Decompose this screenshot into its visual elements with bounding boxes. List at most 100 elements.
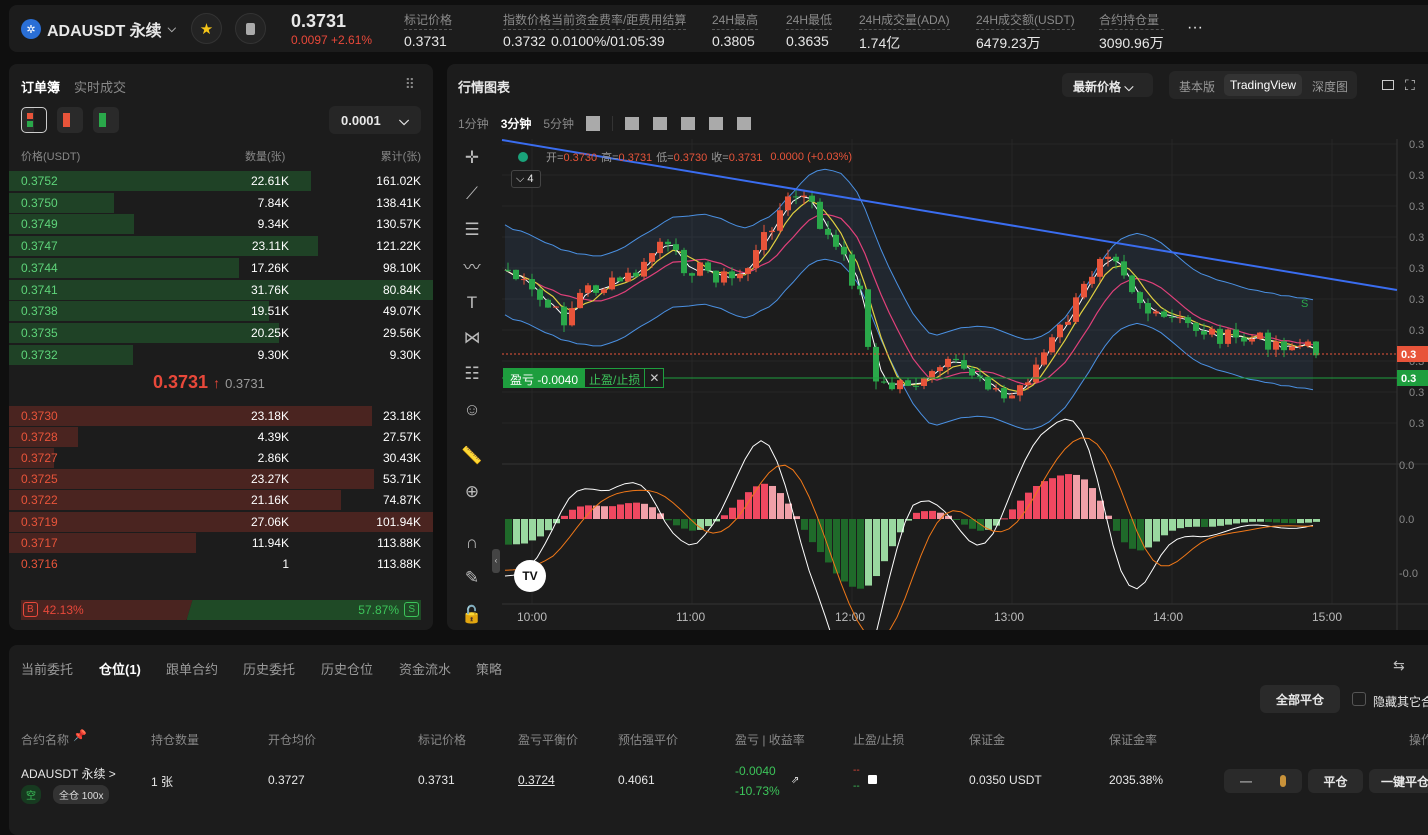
unlock-icon[interactable]: 🔓	[455, 603, 489, 627]
close-all-button[interactable]: 全部平仓	[1260, 685, 1340, 713]
candle	[769, 231, 775, 232]
magnet-icon[interactable]: ∩	[455, 531, 489, 555]
orderbook-row[interactable]: 0.374131.76K80.84K	[9, 280, 433, 300]
zoom-in-icon[interactable]: ⊕	[455, 480, 489, 504]
trendline-icon[interactable]: ⟋	[455, 182, 489, 206]
position-symbol[interactable]: ADAUSDT 永续 >	[21, 765, 116, 782]
hide-others-checkbox[interactable]	[1352, 692, 1366, 706]
tab-5[interactable]: 资金流水	[399, 659, 451, 678]
tab-1[interactable]: 仓位(1)	[99, 659, 141, 678]
orderbook-row[interactable]: 0.37329.30K9.30K	[9, 345, 433, 365]
tab-3[interactable]: 历史委托	[243, 659, 295, 678]
settings-icon[interactable]	[681, 117, 695, 130]
candle	[713, 271, 719, 283]
symbol-selector[interactable]: ✲ ADAUSDT 永续 ⌵	[21, 17, 176, 41]
fullscreen-icon[interactable]: ⛶	[1405, 77, 1415, 94]
interval-1m[interactable]: 1分钟	[458, 115, 489, 132]
info-button[interactable]	[235, 13, 266, 44]
close-price-input[interactable]: —	[1224, 769, 1302, 793]
macd-histogram-bar	[1257, 519, 1264, 522]
view-red-button[interactable]	[57, 107, 83, 133]
candle	[1281, 341, 1287, 350]
interval-more-icon[interactable]	[586, 116, 600, 131]
layout-icon[interactable]	[737, 117, 751, 130]
orderbook-row[interactable]: 0.37272.86K30.43K	[9, 448, 433, 468]
candle	[1177, 317, 1183, 318]
view-both-button[interactable]	[21, 107, 47, 133]
chart-type-icon[interactable]	[625, 117, 639, 130]
orderbook-row[interactable]: 0.373819.51K49.07K	[9, 301, 433, 321]
one-click-close-button[interactable]: 一键平仓	[1369, 769, 1428, 793]
orderbook-row[interactable]: 0.37507.84K138.41K	[9, 193, 433, 213]
emoji-icon[interactable]: ☺	[455, 398, 489, 422]
breakeven-price[interactable]: 0.3724	[518, 773, 555, 787]
view-tradingview[interactable]: TradingView	[1224, 74, 1302, 96]
crosshair-icon[interactable]: ✛	[455, 146, 489, 170]
indicator-icon[interactable]	[653, 117, 667, 130]
orderbook-row[interactable]: 0.374417.26K98.10K	[9, 258, 433, 278]
orderbook-row[interactable]: 0.371927.06K101.94K	[9, 512, 433, 532]
tpsl-button[interactable]: 止盈/止损	[584, 369, 644, 387]
collapse-toolbar-handle[interactable]: ‹	[492, 549, 500, 573]
interval-3m[interactable]: 3分钟	[501, 115, 532, 132]
macd-histogram-bar	[913, 513, 920, 519]
pattern-icon[interactable]: ⋈	[455, 326, 489, 350]
orderbook-row[interactable]: 0.373520.25K29.56K	[9, 323, 433, 343]
price-type-select[interactable]: 最新价格 ⌵	[1062, 73, 1153, 97]
macd-histogram-bar	[721, 515, 728, 519]
tab-4[interactable]: 历史仓位	[321, 659, 373, 678]
forecast-icon[interactable]: ☷	[455, 362, 489, 386]
candle	[1089, 277, 1095, 284]
orderbook-row[interactable]: 0.37499.34K130.57K	[9, 214, 433, 234]
drag-handle-icon[interactable]: ⠿	[405, 76, 415, 93]
tab-trades[interactable]: 实时成交	[74, 77, 126, 96]
orderbook-row[interactable]: 0.374723.11K121.22K	[9, 236, 433, 256]
orderbook-row[interactable]: 0.37161113.88K	[9, 554, 433, 574]
text-icon[interactable]: T	[455, 291, 489, 315]
view-green-button[interactable]	[93, 107, 119, 133]
y-tick: 0.3	[1409, 325, 1424, 337]
macd-histogram-bar	[993, 519, 1000, 526]
close-position-button[interactable]: 平仓	[1308, 769, 1363, 793]
tab-2[interactable]: 跟单合约	[166, 659, 218, 678]
orderbook-row[interactable]: 0.372221.16K74.87K	[9, 490, 433, 510]
interval-5m[interactable]: 5分钟	[543, 115, 574, 132]
ticker-bar: ✲ ADAUSDT 永续 ⌵ ★ 0.37310.0097 +2.61% 标记价…	[9, 5, 1428, 52]
visibility-icon[interactable]	[518, 152, 528, 162]
macd-histogram-bar	[873, 519, 880, 576]
edit-tpsl-icon[interactable]	[868, 775, 877, 784]
view-basic[interactable]: 基本版	[1179, 78, 1215, 95]
arrow-up-icon: ↑	[213, 375, 220, 391]
macd-histogram-bar	[1289, 519, 1296, 523]
view-depth[interactable]: 深度图	[1312, 78, 1348, 95]
share-icon[interactable]: ⇗	[791, 775, 799, 786]
tab-6[interactable]: 策略	[476, 659, 502, 678]
orderbook-row[interactable]: 0.372523.27K53.71K	[9, 469, 433, 489]
window-icon[interactable]	[1382, 80, 1394, 90]
swap-icon[interactable]: ⇆	[1393, 657, 1405, 674]
indicator-toggle[interactable]: ⌵ 4	[511, 170, 541, 188]
x-tick: 13:00	[994, 610, 1024, 624]
more-stats-button[interactable]: ···	[1187, 19, 1203, 37]
orderbook-row[interactable]: 0.373023.18K23.18K	[9, 406, 433, 426]
orderbook-row[interactable]: 0.371711.94K113.88K	[9, 533, 433, 553]
fib-icon[interactable]: ☰	[455, 218, 489, 242]
margin-mode-badge[interactable]: 全仓 100x	[53, 785, 109, 804]
brush-icon[interactable]: 〰	[455, 256, 489, 280]
ruler-icon[interactable]: 📏	[455, 444, 489, 468]
pin-icon[interactable]: 📌	[73, 729, 87, 742]
macd-histogram-bar	[705, 519, 712, 526]
tab-orderbook[interactable]: 订单簿	[21, 77, 60, 96]
screenshot-icon[interactable]	[709, 117, 723, 130]
candle	[569, 308, 575, 325]
close-position-line-button[interactable]: ✕	[644, 369, 663, 387]
entry-price: 0.3727	[268, 773, 305, 787]
macd-histogram-bar	[881, 519, 888, 561]
precision-select[interactable]: 0.0001⌵	[329, 106, 421, 134]
lock-draw-icon[interactable]: ✎	[455, 566, 489, 590]
orderbook-row[interactable]: 0.37284.39K27.57K	[9, 427, 433, 447]
favorite-button[interactable]: ★	[191, 13, 222, 44]
header-qty: 数量(张)	[245, 148, 285, 164]
tab-0[interactable]: 当前委托	[21, 659, 73, 678]
orderbook-row[interactable]: 0.375222.61K161.02K	[9, 171, 433, 191]
